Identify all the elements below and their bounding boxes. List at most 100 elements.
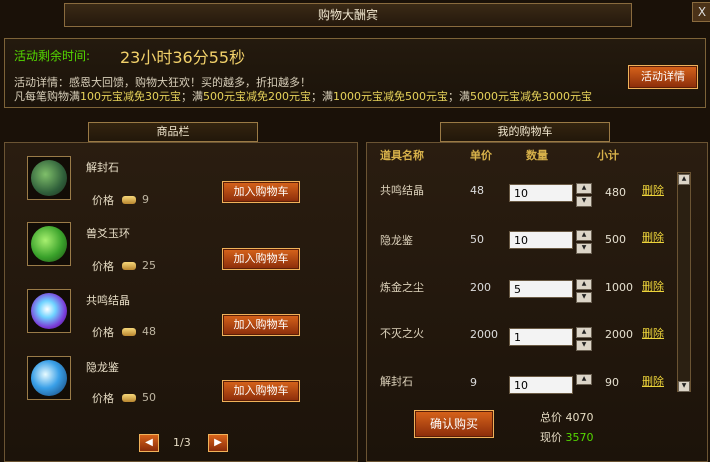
total-label: 总价 bbox=[540, 411, 562, 424]
chevron-right-icon: ▶ bbox=[214, 437, 222, 448]
product-price: 25 bbox=[142, 259, 156, 272]
product-icon-slot[interactable] bbox=[27, 356, 71, 400]
qty-decrease-button[interactable]: ▼ bbox=[576, 292, 592, 303]
cart-item-name: 炼金之尘 bbox=[380, 281, 424, 294]
window-title: 购物大酬宾 bbox=[64, 3, 632, 27]
col-header-price: 单价 bbox=[470, 149, 492, 162]
quantity-input[interactable]: 10 bbox=[509, 376, 573, 394]
cart-scrollbar[interactable] bbox=[677, 172, 691, 392]
qty-increase-button[interactable]: ▲ bbox=[576, 327, 592, 338]
price-label: 价格 bbox=[92, 392, 114, 405]
next-page-button[interactable]: ▶ bbox=[208, 434, 228, 452]
remaining-time-label: 活动剩余时间: bbox=[14, 49, 91, 63]
price-label: 价格 bbox=[92, 326, 114, 339]
triangle-down-icon: ▼ bbox=[581, 293, 587, 300]
cart-item-price: 200 bbox=[470, 281, 491, 294]
cart-item-name: 不灭之火 bbox=[380, 327, 424, 340]
chevron-left-icon: ◀ bbox=[145, 437, 153, 448]
scroll-up-button[interactable]: ▲ bbox=[678, 174, 690, 185]
cart-item-subtotal: 500 bbox=[605, 233, 626, 246]
cart-item-price: 48 bbox=[470, 184, 484, 197]
products-tab-title: 商品栏 bbox=[88, 122, 258, 142]
confirm-purchase-button[interactable]: 确认购买 bbox=[414, 410, 494, 438]
qty-increase-button[interactable]: ▲ bbox=[576, 183, 592, 194]
delete-link[interactable]: 删除 bbox=[642, 229, 664, 245]
price-label: 价格 bbox=[92, 194, 114, 207]
scroll-down-button[interactable]: ▼ bbox=[678, 381, 690, 392]
product-icon-slot[interactable] bbox=[27, 289, 71, 333]
add-to-cart-button[interactable]: 加入购物车 bbox=[222, 314, 300, 336]
cart-item-name: 解封石 bbox=[380, 375, 413, 388]
quantity-input[interactable]: 10 bbox=[509, 231, 573, 249]
quantity-input[interactable]: 10 bbox=[509, 184, 573, 202]
product-icon-slot[interactable] bbox=[27, 156, 71, 200]
remaining-time-value: 23小时36分55秒 bbox=[120, 48, 246, 67]
cart-item-price: 2000 bbox=[470, 328, 498, 341]
orb-icon bbox=[31, 360, 67, 396]
detail-text: ；满 bbox=[448, 90, 470, 103]
current-price: 现价 3570 bbox=[540, 429, 594, 445]
total-price: 总价 4070 bbox=[540, 409, 594, 425]
triangle-up-icon: ▲ bbox=[581, 375, 587, 382]
qty-decrease-button[interactable]: ▼ bbox=[576, 243, 592, 254]
qty-increase-button[interactable]: ▲ bbox=[576, 230, 592, 241]
discount-tier: 5000元宝减免3000元宝 bbox=[470, 90, 592, 103]
product-price: 48 bbox=[142, 325, 156, 338]
add-to-cart-button[interactable]: 加入购物车 bbox=[222, 181, 300, 203]
page-indicator: 1/3 bbox=[173, 436, 191, 449]
discount-tier: 100元宝减免30元宝 bbox=[80, 90, 181, 103]
detail-text: ；满 bbox=[311, 90, 333, 103]
col-header-subtotal: 小计 bbox=[597, 149, 619, 162]
cart-item-subtotal: 1000 bbox=[605, 281, 633, 294]
qty-decrease-button[interactable]: ▼ bbox=[576, 340, 592, 351]
cart-item-price: 50 bbox=[470, 233, 484, 246]
product-name: 隐龙鉴 bbox=[86, 361, 119, 374]
triangle-up-icon: ▲ bbox=[581, 184, 587, 191]
yuanbao-icon bbox=[122, 262, 136, 270]
jade-ring-icon bbox=[31, 226, 67, 262]
close-button[interactable]: X bbox=[692, 2, 710, 22]
delete-link[interactable]: 删除 bbox=[642, 373, 664, 389]
delete-link[interactable]: 删除 bbox=[642, 182, 664, 198]
qty-increase-button[interactable]: ▲ bbox=[576, 374, 592, 385]
quantity-input[interactable]: 5 bbox=[509, 280, 573, 298]
product-icon-slot[interactable] bbox=[27, 222, 71, 266]
activity-detail-line2: 凡每笔购物满100元宝减免30元宝；满500元宝减免200元宝；满1000元宝减… bbox=[14, 88, 592, 104]
triangle-up-icon: ▲ bbox=[581, 328, 587, 335]
activity-details-button[interactable]: 活动详情 bbox=[628, 65, 698, 89]
add-to-cart-button[interactable]: 加入购物车 bbox=[222, 248, 300, 270]
product-name: 共鸣结晶 bbox=[86, 294, 130, 307]
triangle-up-icon: ▲ bbox=[581, 280, 587, 287]
yuanbao-icon bbox=[122, 196, 136, 204]
product-name: 解封石 bbox=[86, 161, 119, 174]
product-price: 50 bbox=[142, 391, 156, 404]
discount-tier: 500元宝减免200元宝 bbox=[203, 90, 311, 103]
qty-decrease-button[interactable]: ▼ bbox=[576, 196, 592, 207]
cart-item-subtotal: 2000 bbox=[605, 328, 633, 341]
triangle-up-icon: ▲ bbox=[681, 175, 687, 182]
cart-item-price: 9 bbox=[470, 376, 477, 389]
price-label: 价格 bbox=[92, 260, 114, 273]
qty-increase-button[interactable]: ▲ bbox=[576, 279, 592, 290]
jiefengshi-icon bbox=[31, 160, 67, 196]
delete-link[interactable]: 删除 bbox=[642, 325, 664, 341]
cart-item-name: 共鸣结晶 bbox=[380, 184, 424, 197]
triangle-down-icon: ▼ bbox=[581, 244, 587, 251]
product-price: 9 bbox=[142, 193, 149, 206]
cart-item-subtotal: 90 bbox=[605, 376, 619, 389]
prev-page-button[interactable]: ◀ bbox=[139, 434, 159, 452]
cart-item-name: 隐龙鉴 bbox=[380, 234, 413, 247]
yuanbao-icon bbox=[122, 394, 136, 402]
total-value: 4070 bbox=[565, 411, 594, 424]
add-to-cart-button[interactable]: 加入购物车 bbox=[222, 380, 300, 402]
delete-link[interactable]: 删除 bbox=[642, 278, 664, 294]
yuanbao-icon bbox=[122, 328, 136, 336]
discount-tier: 1000元宝减免500元宝 bbox=[333, 90, 448, 103]
col-header-name: 道具名称 bbox=[380, 149, 424, 162]
triangle-up-icon: ▲ bbox=[581, 231, 587, 238]
cart-tab-title: 我的购物车 bbox=[440, 122, 610, 142]
quantity-input[interactable]: 1 bbox=[509, 328, 573, 346]
current-value: 3570 bbox=[565, 431, 594, 444]
current-label: 现价 bbox=[540, 431, 562, 444]
triangle-down-icon: ▼ bbox=[681, 382, 687, 389]
